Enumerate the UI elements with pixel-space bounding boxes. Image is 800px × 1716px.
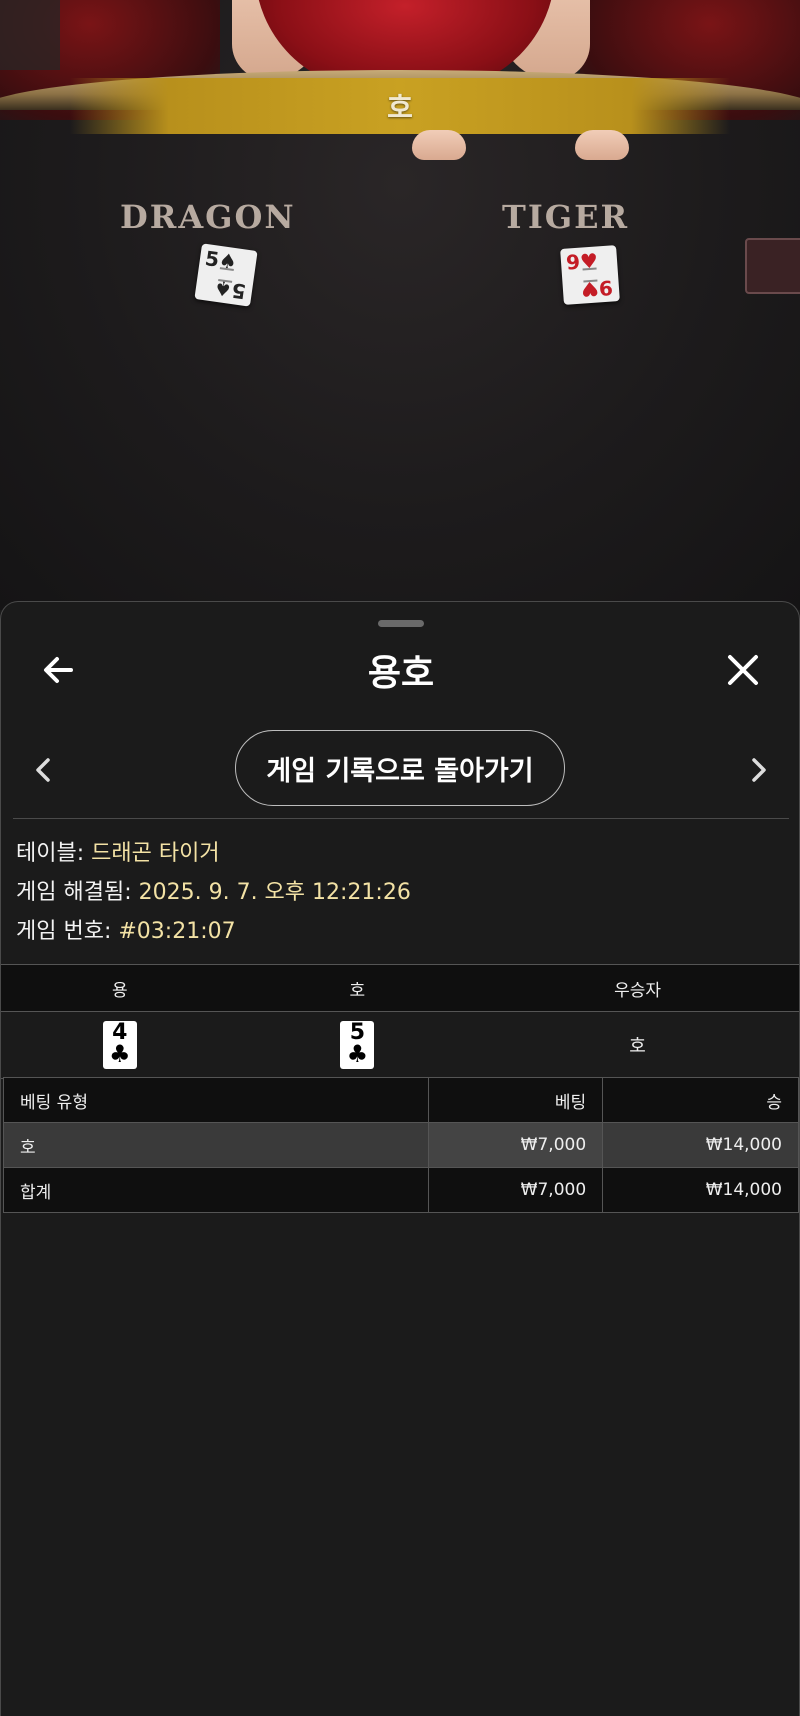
heart-icon: ♥ bbox=[580, 276, 600, 302]
spade-icon: ♠ bbox=[212, 275, 234, 302]
bets-table: 베팅 유형 베팅 승 호 ₩7,000 ₩14,000 합계 ₩7,000 ₩1… bbox=[2, 1077, 799, 1213]
sheet-header: 용호 bbox=[1, 642, 800, 694]
dragon-table-card: 5♠ 5♠ bbox=[194, 243, 258, 307]
tiger-result-card: 5 ♣ bbox=[340, 1021, 375, 1069]
tiger-table-card-rank-bottom: 9 bbox=[598, 275, 614, 301]
result-banner: 호 bbox=[70, 78, 730, 134]
table-info-label: 테이블: bbox=[16, 841, 85, 866]
card-shoe bbox=[745, 238, 800, 294]
winner-cell: 호 bbox=[476, 1011, 799, 1079]
bet-type-column-header: 베팅 유형 bbox=[2, 1077, 430, 1123]
back-to-history-button[interactable]: 게임 기록으로 돌아가기 bbox=[235, 730, 565, 806]
total-label-cell: 합계 bbox=[2, 1167, 430, 1213]
close-icon[interactable] bbox=[721, 648, 765, 692]
win-column-header: 승 bbox=[602, 1077, 799, 1123]
dragon-result-card: 4 ♣ bbox=[102, 1021, 137, 1069]
tiger-card-cell: 5 ♣ bbox=[238, 1011, 477, 1079]
dealer-hand-right bbox=[575, 130, 629, 160]
winner-column-header: 우승자 bbox=[476, 964, 799, 1012]
bet-type-cell: 호 bbox=[2, 1122, 430, 1168]
resolved-info-row: 게임 해결됨: 2025. 9. 7. 오후 12:21:26 bbox=[16, 873, 411, 912]
sheet-title: 용호 bbox=[367, 653, 435, 694]
result-banner-text: 호 bbox=[387, 91, 413, 124]
game-history-sheet: 용호 게임 기록으로 돌아가기 테이블: 드래곤 타이거 게임 해결됨: 202… bbox=[0, 601, 800, 1716]
sheet-drag-handle[interactable] bbox=[378, 620, 424, 627]
resolved-info-label: 게임 해결됨: bbox=[16, 880, 132, 905]
divider bbox=[13, 818, 789, 819]
table-info-row: 테이블: 드래곤 타이거 bbox=[16, 834, 411, 873]
background-chair bbox=[0, 0, 60, 70]
game-info: 테이블: 드래곤 타이거 게임 해결됨: 2025. 9. 7. 오후 12:2… bbox=[16, 834, 411, 951]
bet-amount-cell: ₩7,000 bbox=[428, 1122, 604, 1168]
game-number-label: 게임 번호: bbox=[16, 919, 112, 944]
table-row: 4 ♣ 5 ♣ 호 bbox=[1, 1011, 799, 1079]
tiger-column-header: 호 bbox=[238, 964, 477, 1012]
win-amount-cell: ₩14,000 bbox=[602, 1122, 799, 1168]
total-bet-cell: ₩7,000 bbox=[428, 1167, 604, 1213]
club-icon: ♣ bbox=[109, 1040, 131, 1068]
tiger-table-card: 9♥ 9♥ bbox=[560, 245, 620, 305]
game-number-row: 게임 번호: #03:21:07 bbox=[16, 912, 411, 951]
dealer-hand-left bbox=[412, 130, 466, 160]
chevron-left-icon[interactable] bbox=[21, 748, 65, 792]
game-nav-row: 게임 기록으로 돌아가기 bbox=[1, 730, 800, 810]
chevron-right-icon[interactable] bbox=[737, 748, 781, 792]
dragon-card-cell: 4 ♣ bbox=[1, 1011, 239, 1079]
bet-column-header: 베팅 bbox=[428, 1077, 604, 1123]
game-number-value: #03:21:07 bbox=[118, 919, 236, 944]
club-icon: ♣ bbox=[346, 1040, 369, 1068]
total-win-cell: ₩14,000 bbox=[602, 1167, 799, 1213]
table-row: 호 ₩7,000 ₩14,000 bbox=[2, 1122, 799, 1168]
dragon-column-header: 용 bbox=[1, 964, 239, 1012]
resolved-info-value: 2025. 9. 7. 오후 12:21:26 bbox=[138, 880, 411, 905]
table-row-total: 합계 ₩7,000 ₩14,000 bbox=[2, 1167, 799, 1213]
felt-dragon-label: DRAGON bbox=[120, 198, 296, 236]
round-result-table: 용 호 우승자 4 ♣ 5 ♣ 호 bbox=[1, 964, 799, 1079]
live-video-feed: 호 DRAGON TIGER 5♠ 5♠ 9♥ 9♥ bbox=[0, 0, 800, 610]
felt-tiger-label: TIGER bbox=[502, 198, 630, 236]
table-info-value: 드래곤 타이거 bbox=[91, 841, 220, 866]
